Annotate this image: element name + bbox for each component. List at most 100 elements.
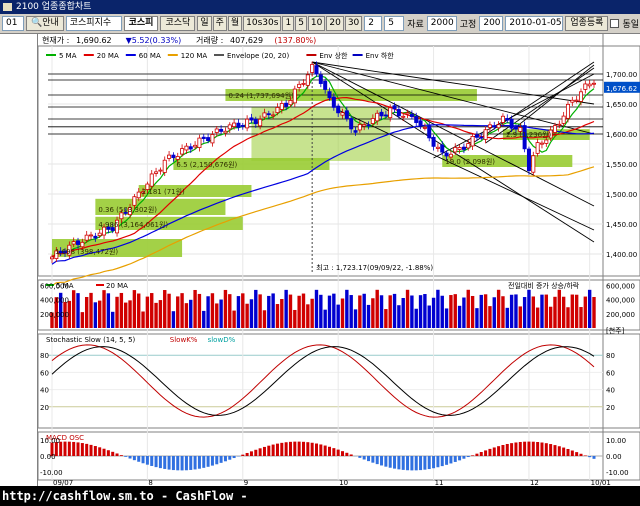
volume-bar (306, 304, 310, 328)
candle-body (440, 144, 445, 153)
macd-bar (462, 456, 466, 459)
macd-bar (471, 455, 475, 456)
candle-body (171, 154, 176, 159)
volume-bar (275, 304, 280, 328)
chart-svg[interactable]: 현재가 : 1,690.62 ▼5.52(0.33%) 거래량 : 407,629 (13… (38, 34, 640, 486)
search-button-label: 안내 (42, 18, 59, 28)
candle-body (271, 114, 276, 117)
macd-bar (432, 456, 436, 469)
volume-bar (258, 294, 262, 328)
period-button[interactable]: 일 (197, 16, 212, 31)
candle-body (366, 124, 371, 127)
candle-body (544, 139, 549, 144)
data-count-input[interactable]: 2000 (426, 16, 457, 31)
volume-bar (323, 309, 327, 328)
candle-body (561, 115, 566, 124)
count2-input[interactable]: 5 (384, 16, 405, 31)
macd-bar (297, 441, 301, 456)
candle-body (435, 146, 440, 149)
macd-bar (293, 441, 297, 456)
legend-volume-right: 전일대비 증가 상승/하락 (508, 281, 580, 290)
macd-bar (267, 445, 271, 456)
macd-bar (549, 444, 553, 456)
period-button[interactable]: 10 (307, 16, 326, 31)
tab-kospi[interactable]: 코스피 (123, 16, 159, 31)
volume-bar (574, 294, 579, 328)
macd-bar (262, 446, 266, 456)
price-tick-label: 1,550.00 (606, 161, 637, 169)
candle-body (318, 74, 323, 84)
volume-bar (505, 307, 509, 328)
period-button[interactable]: 20 (326, 16, 344, 31)
candle-body (249, 117, 254, 121)
tab-kosdaq[interactable]: 코스닥 (160, 16, 196, 31)
macd-bar (210, 456, 214, 466)
candle-body (409, 114, 414, 117)
code-input[interactable]: 01 (2, 16, 24, 31)
status-bar: http://cashflow.sm.to - CashFlow - (0, 486, 640, 506)
macd-bar (388, 456, 392, 468)
volume-bar (180, 293, 184, 328)
candle-body (206, 137, 211, 141)
period-button[interactable]: 월 (227, 16, 243, 31)
envelope-box-label: 4.986 (3,164,061원) (98, 220, 168, 229)
candle-body (362, 124, 367, 127)
search-icon: 🔍 (30, 18, 43, 28)
period-button[interactable]: 10s30s (243, 16, 282, 31)
chart-area[interactable]: 현재가 : 1,690.62 ▼5.52(0.33%) 거래량 : 407,629 (13… (38, 34, 640, 486)
volume-bar (345, 289, 349, 328)
volume-bar (557, 289, 562, 328)
tile-checkbox[interactable] (610, 19, 620, 28)
candle-body (414, 116, 419, 123)
candle-body (93, 235, 98, 239)
volume-bar (457, 305, 462, 328)
period-button[interactable]: 30 (344, 16, 363, 31)
macd-bar (154, 456, 158, 468)
volume-bar (288, 294, 293, 328)
macd-bar (106, 450, 110, 456)
volume-bar (145, 296, 150, 328)
register-button[interactable]: 업종등록 (565, 16, 609, 31)
search-button[interactable]: 🔍안내 (25, 16, 64, 31)
volume-bar (583, 296, 588, 328)
macd-bar (458, 456, 462, 461)
volume-bar (414, 308, 418, 328)
macd-bar (67, 441, 71, 456)
volume-bar (371, 298, 375, 328)
volume-bar (488, 306, 492, 328)
candle-body (526, 148, 531, 171)
candle-body (97, 232, 102, 236)
stoch-tick-label-left: 80 (40, 352, 49, 360)
fixed-count-input[interactable]: 200 (479, 16, 504, 31)
candle-body (431, 136, 436, 147)
macd-bar (323, 445, 327, 456)
period-button[interactable]: 주 (212, 16, 227, 31)
volume-bar (310, 298, 314, 328)
volume-bar (388, 295, 392, 328)
candle-body (223, 130, 228, 134)
volume-unit: [천주] (606, 326, 625, 335)
macd-bar (193, 456, 197, 470)
legend-stoch-1: SlowK% (170, 336, 198, 344)
volume-bar (466, 289, 470, 328)
candle-body (227, 124, 232, 130)
candle-body (500, 115, 505, 123)
x-tick-label: 10 (339, 479, 348, 486)
period-button[interactable]: 1 (282, 16, 295, 31)
macd-bar (501, 445, 505, 456)
count-input[interactable]: 2 (364, 16, 383, 31)
date-input[interactable]: 2010-01-05 (505, 16, 564, 31)
stoch-tick-label: 60 (606, 369, 615, 377)
volume-bar (397, 305, 401, 328)
candle-body (539, 142, 544, 145)
macd-bar (380, 456, 384, 466)
volume-bar (245, 303, 249, 328)
macd-bar (76, 442, 80, 456)
macd-bar (488, 448, 492, 456)
index-select[interactable]: 코스피지수 (65, 16, 122, 31)
candle-body (336, 105, 341, 114)
macd-bar (197, 456, 201, 469)
period-button[interactable]: 5 (295, 16, 307, 31)
volume-bar (566, 307, 570, 328)
candle-body (427, 125, 432, 139)
